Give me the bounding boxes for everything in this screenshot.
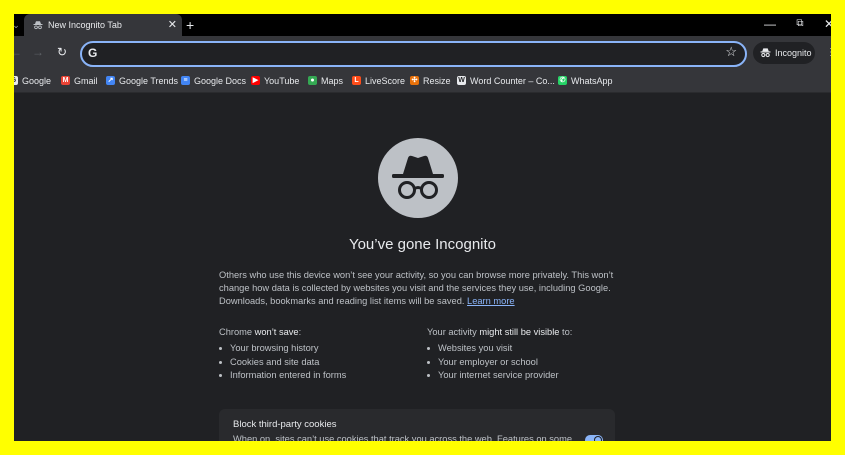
bookmark-google[interactable]: G Google <box>14 70 51 92</box>
google-search-icon: G <box>88 46 98 60</box>
minimize-icon[interactable]: — <box>760 14 780 34</box>
bookmark-resize[interactable]: ✣ Resize <box>410 70 451 92</box>
cookies-card-description: When on, sites can’t use cookies that tr… <box>233 434 572 441</box>
tab-new-incognito[interactable]: New Incognito Tab ✕ <box>24 14 182 36</box>
might-be-visible-section: Your activity might still be visible to:… <box>427 326 627 383</box>
bookmark-maps[interactable]: ● Maps <box>308 70 343 92</box>
google-trends-icon: ↗ <box>106 76 115 86</box>
incognito-spy-icon <box>378 138 458 218</box>
bookmark-label: Word Counter – Co... <box>470 76 555 86</box>
bookmark-word-counter[interactable]: W Word Counter – Co... <box>457 70 555 92</box>
cookies-card-title: Block third-party cookies <box>233 419 337 430</box>
livescore-icon: L <box>352 76 361 86</box>
bookmark-youtube[interactable]: ▶ YouTube <box>251 70 299 92</box>
bookmark-label: YouTube <box>264 76 300 86</box>
incognito-profile-button[interactable]: Incognito <box>753 42 815 64</box>
resize-icon: ✣ <box>410 76 419 86</box>
intro-text: Others who use this device won’t see you… <box>219 269 619 308</box>
bookmark-label: Maps <box>321 76 344 86</box>
bookmark-star-icon[interactable]: ☆ <box>725 44 737 60</box>
learn-more-link[interactable]: Learn more <box>467 296 515 306</box>
bookmark-label: LiveScore <box>365 76 406 86</box>
might-be-visible-list: Websites you visit Your employer or scho… <box>427 342 627 383</box>
list-item: Information entered in forms <box>219 369 419 383</box>
bookmark-label: Gmail <box>74 76 98 86</box>
tab-strip: ⌄ New Incognito Tab ✕ + — ⧉ ✕ <box>14 14 831 36</box>
list-item: Websites you visit <box>427 342 627 356</box>
bookmark-gmail[interactable]: M Gmail <box>61 70 98 92</box>
restore-icon[interactable]: ⧉ <box>790 14 810 34</box>
bookmark-whatsapp[interactable]: ✆ WhatsApp <box>558 70 613 92</box>
browser-window: ⌄ New Incognito Tab ✕ + — ⧉ ✕ ← → ↻ G ☆ <box>14 14 831 441</box>
bookmark-google-docs[interactable]: ≡ Google Docs <box>181 70 246 92</box>
list-item: Your browsing history <box>219 342 419 356</box>
close-window-icon[interactable]: ✕ <box>819 14 831 34</box>
incognito-tab-icon <box>33 21 43 30</box>
youtube-icon: ▶ <box>251 76 260 86</box>
page-heading: You’ve gone Incognito <box>348 236 497 253</box>
whatsapp-icon: ✆ <box>558 76 567 86</box>
list-item: Your employer or school <box>427 356 627 370</box>
incognito-page: You’ve gone Incognito Others who use thi… <box>14 93 831 441</box>
bookmark-label: Google Trends <box>119 76 179 86</box>
might-be-visible-title: Your activity might still be visible to: <box>427 327 573 337</box>
address-bar[interactable]: G ☆ <box>80 41 747 67</box>
omnibox-input[interactable] <box>106 45 710 65</box>
toolbar: ← → ↻ G ☆ Incognito ⋮ <box>14 36 831 70</box>
bookmarks-bar: G Google M Gmail ↗ Google Trends≡ Google Docs ▶… <box>14 70 831 93</box>
google-icon: G <box>14 76 18 86</box>
incognito-label: Incognito <box>775 48 812 58</box>
menu-icon[interactable]: ⋮ <box>826 46 831 60</box>
bookmark-label: WhatsApp <box>571 76 613 86</box>
tab-title: New Incognito Tab <box>48 20 122 30</box>
wont-save-list: Your browsing history Cookies and site d… <box>219 342 419 383</box>
google-docs-icon: ≡ <box>181 76 190 86</box>
incognito-icon <box>760 48 771 58</box>
bookmark-label: Resize <box>423 76 451 86</box>
wont-save-title: Chrome won’t save: <box>219 327 302 337</box>
bookmark-google-trends[interactable]: ↗ Google Trends <box>106 70 178 92</box>
bookmark-livescore[interactable]: L LiveScore <box>352 70 405 92</box>
list-item: Your internet service provider <box>427 369 627 383</box>
block-cookies-toggle[interactable] <box>585 435 603 441</box>
bookmark-label: Google <box>22 76 52 86</box>
reload-icon[interactable]: ↻ <box>54 44 70 60</box>
list-item: Cookies and site data <box>219 356 419 370</box>
new-tab-button[interactable]: + <box>186 14 194 36</box>
tab-search-chevron-icon[interactable]: ⌄ <box>14 16 22 34</box>
forward-icon[interactable]: → <box>30 44 46 60</box>
tab-close-icon[interactable]: ✕ <box>168 14 177 36</box>
intro-paragraph: Others who use this device won’t see you… <box>219 270 614 306</box>
bookmark-label: Google Docs <box>194 76 247 86</box>
wont-save-section: Chrome won’t save: Your browsing history… <box>219 326 419 383</box>
maps-icon: ● <box>308 76 317 86</box>
back-icon[interactable]: ← <box>14 44 24 60</box>
gmail-icon: M <box>61 76 70 86</box>
word-counter-icon: W <box>457 76 466 86</box>
block-cookies-card: Block third-party cookies When on, sites… <box>219 409 615 441</box>
